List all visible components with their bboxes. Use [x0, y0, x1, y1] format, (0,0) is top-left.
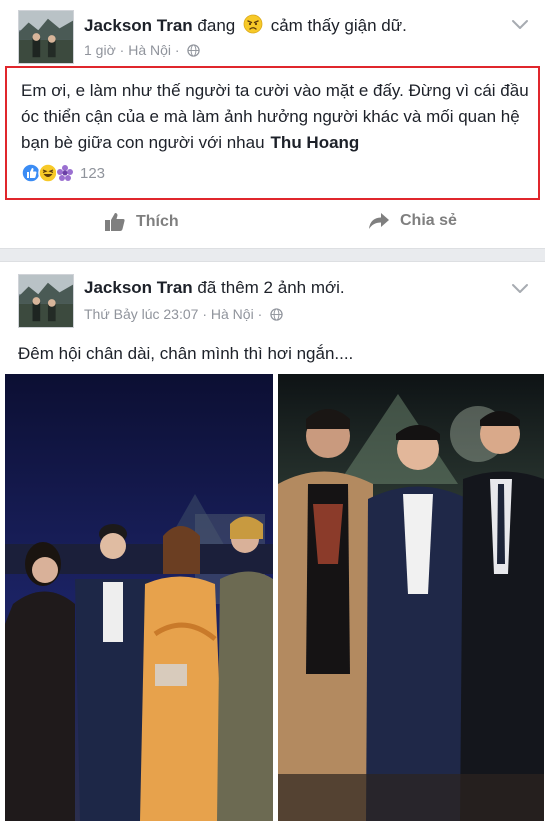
post-body: Em ơi, e làm như thế người ta cười vào m…	[21, 78, 529, 156]
author-name[interactable]: Jackson Tran	[84, 16, 193, 35]
share-button[interactable]: Chia sẻ	[368, 212, 457, 230]
reaction-count: 123	[80, 164, 106, 182]
post-meta: 1 giờ · Hà Nội ·	[84, 42, 201, 58]
globe-icon[interactable]	[187, 44, 201, 57]
globe-icon[interactable]	[270, 308, 283, 321]
post-header: Jackson Tran đã thêm 2 ảnh mới. Thứ Bảy …	[18, 274, 538, 330]
photo-right[interactable]	[278, 374, 544, 821]
feeling-text: cảm thấy giận dữ.	[270, 16, 407, 35]
feed-separator	[0, 248, 545, 262]
post-header: Jackson Tran đang cảm thấy giận dữ. 1 gi…	[18, 10, 538, 66]
chevron-down-icon[interactable]	[510, 282, 530, 296]
author-avatar[interactable]	[18, 274, 74, 328]
post-action-text: đã thêm 2 ảnh mới.	[197, 278, 345, 297]
post-time[interactable]: Thứ Bảy lúc 23:07	[84, 306, 198, 322]
photo-grid	[5, 374, 545, 821]
thumbs-up-icon	[105, 213, 125, 231]
post-location[interactable]: Hà Nội	[128, 42, 171, 58]
author-line: Jackson Tran đang cảm thấy giận dữ.	[84, 14, 407, 36]
share-arrow-icon	[369, 213, 389, 229]
author-name[interactable]: Jackson Tran	[84, 278, 193, 297]
chevron-down-icon[interactable]	[510, 18, 530, 32]
angry-face-icon	[243, 14, 263, 34]
like-label: Thích	[136, 213, 179, 230]
feeling-prefix: đang	[197, 16, 236, 35]
author-line: Jackson Tran đã thêm 2 ảnh mới.	[84, 278, 345, 298]
post-actions-bar: Thích Chia sẻ	[0, 208, 545, 242]
like-button[interactable]: Thích	[104, 212, 179, 232]
post-time[interactable]: 1 giờ	[84, 42, 116, 58]
reaction-summary[interactable]: 123	[21, 162, 105, 184]
author-avatar[interactable]	[18, 10, 74, 64]
post-photos: Jackson Tran đã thêm 2 ảnh mới. Thứ Bảy …	[0, 262, 545, 821]
post-angry-status: Jackson Tran đang cảm thấy giận dữ. 1 gi…	[0, 0, 545, 248]
post-location[interactable]: Hà Nội	[211, 306, 254, 322]
mention-link[interactable]: Thu Hoang	[271, 133, 360, 152]
sad-flower-icon	[56, 164, 74, 182]
post-meta: Thứ Bảy lúc 23:07 · Hà Nội ·	[84, 306, 283, 322]
highlighted-post-body: Em ơi, e làm như thế người ta cười vào m…	[5, 66, 540, 200]
post-caption: Đêm hội chân dài, chân mình thì hơi ngắn…	[18, 344, 354, 363]
share-label: Chia sẻ	[400, 212, 457, 229]
photo-left[interactable]	[5, 374, 273, 821]
